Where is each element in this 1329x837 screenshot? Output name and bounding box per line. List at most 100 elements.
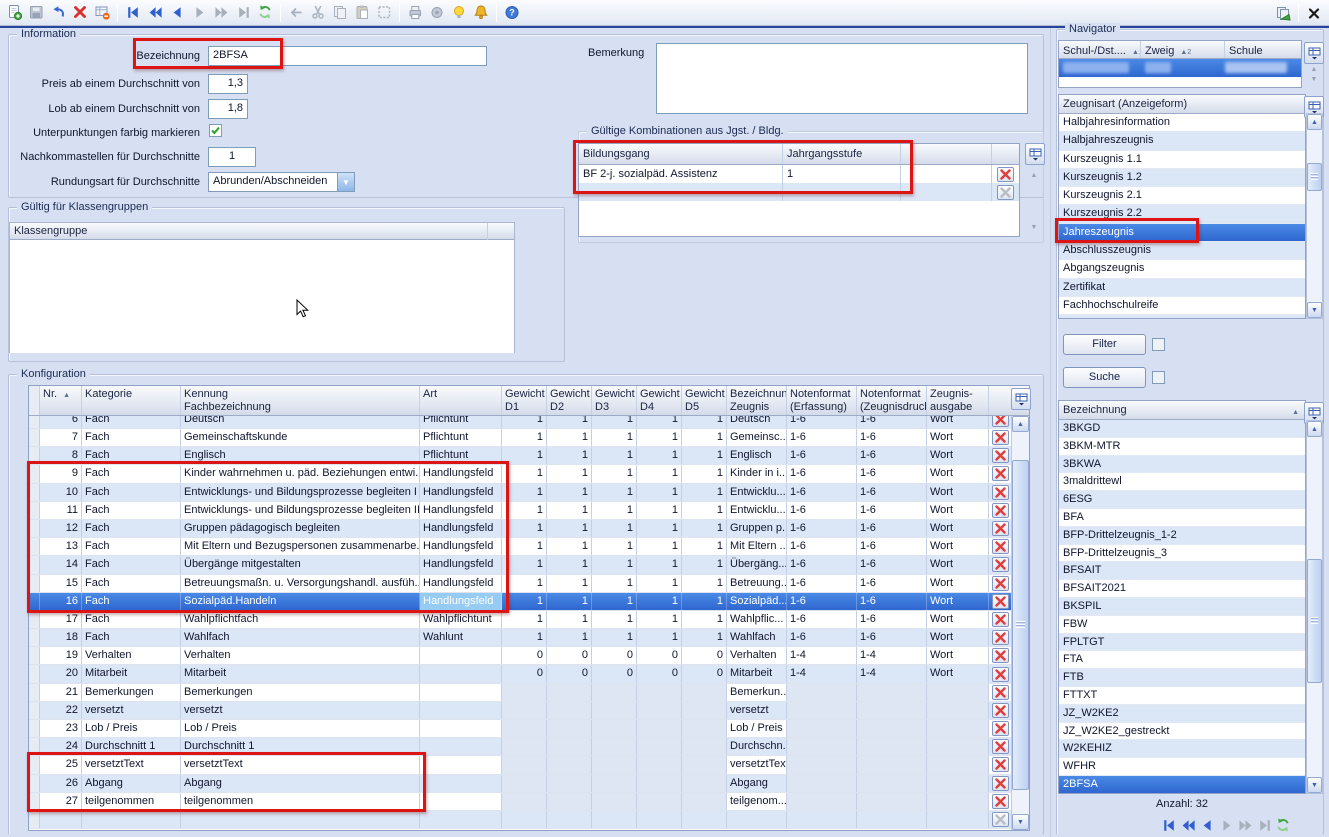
kombination-cell-jahrgangsstufe[interactable] — [783, 183, 901, 201]
delete-row-button[interactable] — [992, 503, 1009, 518]
record-icon[interactable] — [426, 2, 448, 24]
konfig-cell-nf-zeugnisdruck[interactable]: 1-6 — [857, 502, 927, 519]
konfig-cell-nf-zeugnisdruck[interactable]: 1-6 — [857, 465, 927, 482]
scroll-up-arrow[interactable]: ▲ — [1307, 421, 1322, 437]
school-scroll-down[interactable]: ▼ — [1306, 74, 1322, 84]
list-item-kurszeugnis-2.1[interactable]: Kurszeugnis 2.1 — [1059, 187, 1305, 205]
konfig-cell-art[interactable]: Handlungsfeld — [420, 520, 502, 537]
konfig-cell-d1[interactable]: 1 — [502, 429, 547, 446]
zeugnisart-header[interactable]: Zeugnisart (Anzeigeform) — [1059, 95, 1305, 114]
delete-row-button[interactable] — [992, 612, 1009, 627]
konfig-cell-d2[interactable]: 1 — [547, 416, 592, 428]
delete-row-button[interactable] — [992, 794, 1009, 809]
konfig-cell-d5[interactable]: 1 — [682, 593, 727, 610]
konfig-cell-d3[interactable] — [592, 702, 637, 719]
konfig-row-11[interactable]: 11FachEntwicklungs- und Bildungsprozesse… — [29, 502, 1029, 520]
konfig-cell-d1[interactable] — [502, 775, 547, 792]
delete-row-button[interactable] — [992, 739, 1009, 754]
konfig-cell-nf-erfassung[interactable]: 1-6 — [787, 447, 857, 464]
konfig-cell-kennung[interactable] — [181, 811, 420, 828]
kombination-cell-bildungsgang[interactable] — [579, 183, 783, 201]
delete-row-button[interactable] — [997, 185, 1014, 200]
konfig-cell-nf-zeugnisdruck[interactable]: 1-6 — [857, 447, 927, 464]
konfig-cell-d3[interactable]: 1 — [592, 629, 637, 646]
nav-next-icon[interactable] — [188, 2, 210, 24]
kombination-scroll-down[interactable]: ▼ — [1026, 219, 1042, 235]
konfig-cell-zeugnisausgabe[interactable]: Wort — [927, 484, 989, 501]
konfig-cell-nf-erfassung[interactable] — [787, 702, 857, 719]
konfig-cell-d4[interactable]: 1 — [637, 465, 682, 482]
list-item-bfa[interactable]: BFA — [1059, 509, 1305, 527]
school-selected-row[interactable] — [1059, 59, 1301, 77]
konfig-cell-kategorie[interactable]: Fach — [82, 593, 181, 610]
konfig-cell-d1[interactable] — [502, 793, 547, 810]
delete-row-button[interactable] — [992, 630, 1009, 645]
konfig-cell-kennung[interactable]: versetzt — [181, 702, 420, 719]
konfig-row-10[interactable]: 10FachEntwicklungs- und Bildungsprozesse… — [29, 484, 1029, 502]
konfig-cell-kategorie[interactable]: Fach — [82, 429, 181, 446]
nav-first-icon[interactable] — [1160, 816, 1178, 834]
konfig-cell-d4[interactable] — [637, 775, 682, 792]
suche-button[interactable]: Suche — [1063, 367, 1146, 388]
konfig-cell-kategorie[interactable]: Verhalten — [82, 647, 181, 664]
konfig-cell-nf-erfassung[interactable]: 1-6 — [787, 484, 857, 501]
bezeichnung-input[interactable]: 2BFSA — [208, 46, 487, 66]
konfig-cell-kategorie[interactable]: Fach — [82, 629, 181, 646]
konfig-cell-nf-erfassung[interactable] — [787, 811, 857, 828]
konfig-cell-nf-erfassung[interactable]: 1-6 — [787, 429, 857, 446]
konfig-cell-d4[interactable] — [637, 738, 682, 755]
konfig-row-12[interactable]: 12FachGruppen pädagogisch begleitenHandl… — [29, 520, 1029, 538]
suche-checkbox[interactable] — [1152, 371, 1165, 384]
bezeichnung-scrollbar[interactable]: ▲ ▼ — [1306, 420, 1323, 794]
konfig-cell-kategorie[interactable]: Fach — [82, 502, 181, 519]
konfig-cell-nr[interactable]: 26 — [40, 775, 82, 792]
list-item-fttxt[interactable]: FTTXT — [1059, 687, 1305, 705]
unterpunktungen-checkbox[interactable] — [209, 124, 222, 137]
konfig-cell-d4[interactable]: 1 — [637, 556, 682, 573]
konfig-cell-d2[interactable]: 1 — [547, 447, 592, 464]
help-icon[interactable]: ? — [501, 2, 523, 24]
konfig-cell-kategorie[interactable]: Fach — [82, 556, 181, 573]
konfig-cell-d1[interactable]: 1 — [502, 502, 547, 519]
konfig-cell-nf-erfassung[interactable]: 1-6 — [787, 575, 857, 592]
konfig-cell-kategorie[interactable]: Fach — [82, 575, 181, 592]
konfig-cell-nf-erfassung[interactable] — [787, 756, 857, 773]
chevron-down-icon[interactable]: ▼ — [337, 173, 354, 191]
konfig-cell-nr[interactable]: 11 — [40, 502, 82, 519]
list-item-6esg[interactable]: 6ESG — [1059, 491, 1305, 509]
scrollbar-thumb[interactable] — [1307, 559, 1322, 683]
konfig-cell-d5[interactable] — [682, 738, 727, 755]
kombination-cell-bildungsgang[interactable]: BF 2-j. sozialpäd. Assistenz — [579, 165, 783, 183]
konfig-cell-d3[interactable]: 1 — [592, 611, 637, 628]
konfig-cell-kategorie[interactable]: Abgang — [82, 775, 181, 792]
konfig-cell-art[interactable]: Pflichtunt — [420, 416, 502, 428]
konfig-cell-d1[interactable]: 1 — [502, 484, 547, 501]
konfig-cell-d5[interactable]: 1 — [682, 611, 727, 628]
konfig-cell-d3[interactable]: 1 — [592, 520, 637, 537]
konfig-cell-d5[interactable]: 0 — [682, 647, 727, 664]
konfig-cell-nr[interactable]: 9 — [40, 465, 82, 482]
konfig-cell-nr[interactable]: 12 — [40, 520, 82, 537]
konfig-cell-nf-zeugnisdruck[interactable] — [857, 720, 927, 737]
konfig-cell-kennung[interactable]: Verhalten — [181, 647, 420, 664]
scroll-down-arrow[interactable]: ▼ — [1012, 814, 1029, 830]
konfig-cell-nf-erfassung[interactable]: 1-4 — [787, 665, 857, 682]
preis-input[interactable]: 1,3 — [208, 74, 248, 94]
konfig-cell-kennung[interactable]: Mitarbeit — [181, 665, 420, 682]
scroll-up-arrow[interactable]: ▲ — [1012, 416, 1029, 432]
konfig-cell-d2[interactable] — [547, 756, 592, 773]
konfig-cell-nf-zeugnisdruck[interactable]: 1-6 — [857, 538, 927, 555]
konfig-cell-d5[interactable]: 1 — [682, 556, 727, 573]
kombination-col-bildungsgang[interactable]: Bildungsgang — [579, 144, 783, 164]
konfig-cell-d5[interactable]: 1 — [682, 465, 727, 482]
konfig-cell-d4[interactable] — [637, 756, 682, 773]
delete-row-button[interactable] — [992, 539, 1009, 554]
school-col-schule[interactable]: Schule — [1225, 41, 1301, 58]
konfig-row-25[interactable]: 25versetztTextversetztTextversetztText — [29, 756, 1029, 774]
konfig-cell-zeugnis[interactable]: Englisch — [727, 447, 787, 464]
konfig-cell-art[interactable]: Wahlunt — [420, 629, 502, 646]
konfig-cell-zeugnisausgabe[interactable] — [927, 738, 989, 755]
konfig-cell-art[interactable] — [420, 647, 502, 664]
konfig-cell-d1[interactable] — [502, 756, 547, 773]
konfig-cell-d3[interactable] — [592, 775, 637, 792]
